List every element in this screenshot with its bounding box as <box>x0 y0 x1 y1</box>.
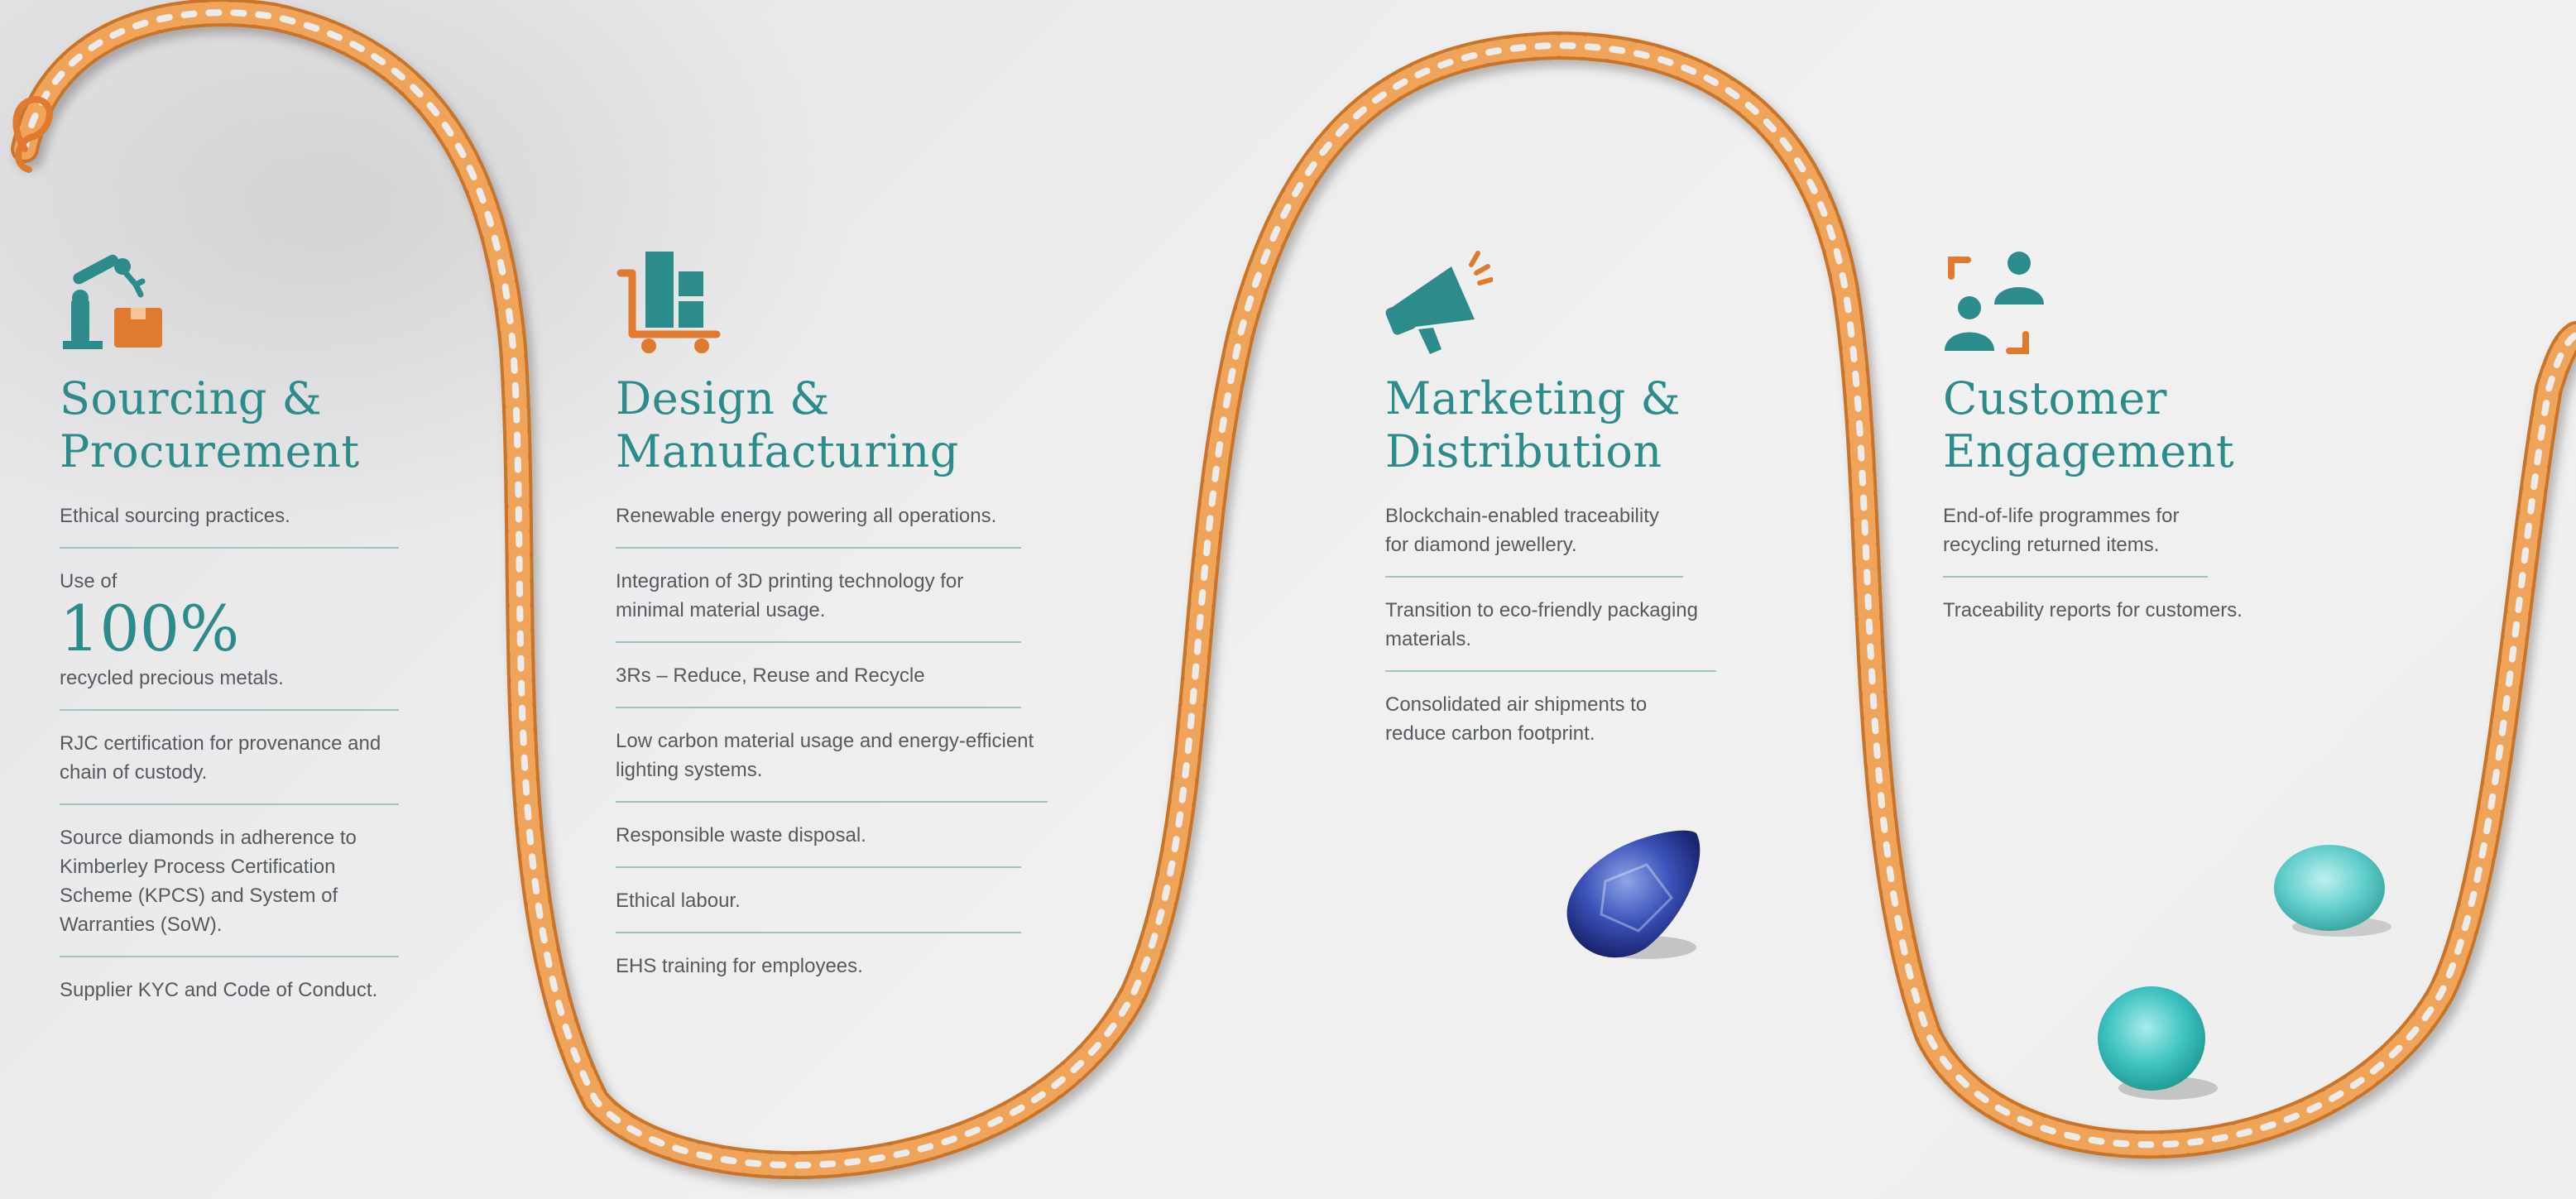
list-item: 3Rs – Reduce, Reuse and Recycle <box>616 661 1021 708</box>
list-item: EHS training for employees. <box>616 955 863 977</box>
list-item: Ethical sourcing practices. <box>60 501 399 549</box>
list-item: Traceability reports for customers. <box>1943 599 2243 621</box>
list-item: Consolidated air shipments to reduce car… <box>1385 693 1648 745</box>
list-item: Responsible waste disposal. <box>616 821 1021 868</box>
item-list: End-of-life programmes for recycling ret… <box>1943 501 2274 641</box>
list-item: RJC certification for provenance and cha… <box>60 729 399 805</box>
people-exchange-icon <box>1945 252 2044 354</box>
column-title: Sourcing & Procurement <box>60 372 360 477</box>
list-item: Low carbon material usage and energy-eff… <box>616 727 1048 803</box>
column-sourcing-procurement: Sourcing & Procurement Ethical sourcing p… <box>60 248 399 1039</box>
turquoise-gem-small <box>2274 845 2391 937</box>
stat-number: 100% <box>60 592 240 665</box>
list-item: Renewable energy powering all operations… <box>616 501 1021 549</box>
stat-suffix: recycled precious metals. <box>60 667 284 689</box>
column-title: Customer Engagement <box>1943 372 2235 477</box>
column-design-manufacturing: Design & Manufacturing Renewable energy p… <box>616 248 1048 1015</box>
column-customer-engagement: Customer Engagement End-of-life programme… <box>1943 248 2274 659</box>
list-item: Ethical labour. <box>616 886 1021 933</box>
stat-item: Use of 100% recycled precious metals. <box>60 567 399 711</box>
item-list: Ethical sourcing practices. Use of 100% … <box>60 501 399 1021</box>
turquoise-gem-large <box>2098 986 2218 1100</box>
list-item: Supplier KYC and Code of Conduct. <box>60 979 378 1001</box>
list-item: Transition to eco-friendly packaging mat… <box>1385 596 1716 672</box>
list-item: End-of-life programmes for recycling ret… <box>1943 501 2208 578</box>
item-list: Blockchain-enabled traceability for diam… <box>1385 501 1716 765</box>
column-title: Design & Manufacturing <box>616 372 959 477</box>
list-item: Integration of 3D printing technology fo… <box>616 567 1021 643</box>
list-item: Source diamonds in adherence to Kimberle… <box>60 823 399 957</box>
list-item: Blockchain-enabled traceability for diam… <box>1385 501 1683 578</box>
sapphire-gem <box>1566 830 1701 959</box>
factory-cart-icon <box>616 252 721 353</box>
megaphone-icon <box>1385 251 1493 354</box>
robot-arm-box-icon <box>63 254 162 349</box>
column-title: Marketing & Distribution <box>1385 372 1681 477</box>
column-marketing-distribution: Marketing & Distribution Blockchain-enabl… <box>1385 248 1716 783</box>
item-list: Renewable energy powering all operations… <box>616 501 1048 997</box>
